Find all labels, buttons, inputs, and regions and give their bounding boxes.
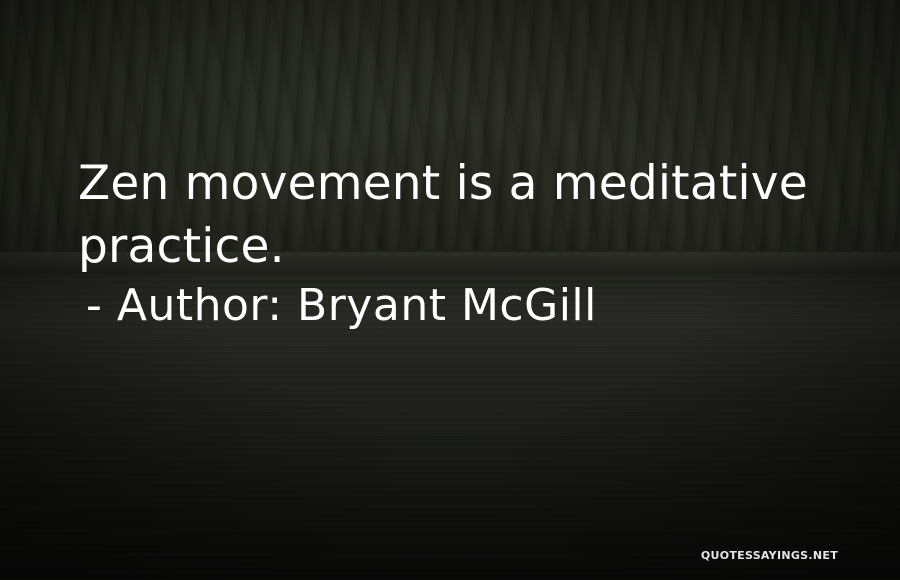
site-watermark: QUOTESSAYINGS.NET xyxy=(700,549,838,562)
quote-attribution: - Author: Bryant McGill xyxy=(86,280,597,331)
quote-image: Zen movement is a meditative practice. -… xyxy=(0,0,900,580)
quote-text: Zen movement is a meditative practice. xyxy=(78,156,808,274)
